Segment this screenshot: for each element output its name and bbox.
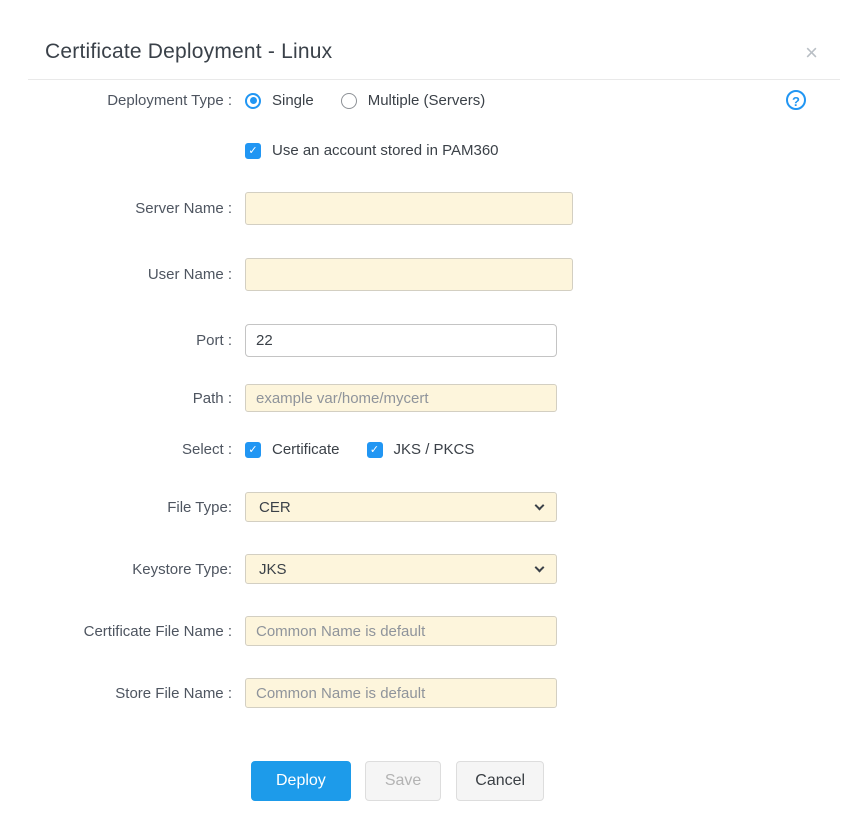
path-input[interactable] (245, 384, 557, 412)
certificate-checkbox[interactable]: ✓ (245, 441, 261, 458)
server-name-row: Server Name : (0, 192, 862, 225)
user-name-label: User Name : (147, 266, 232, 283)
server-name-input[interactable] (245, 192, 573, 225)
store-file-name-row: Store File Name : (0, 678, 862, 708)
keystore-type-row: Keystore Type: JKS (0, 554, 862, 584)
dialog-header: Certificate Deployment - Linux × (0, 0, 862, 79)
jks-pkcs-checkbox-label[interactable]: JKS / PKCS (394, 441, 475, 458)
radio-multiple-label[interactable]: Multiple (Servers) (368, 92, 486, 109)
certificate-file-name-label: Certificate File Name : (83, 622, 232, 640)
certificate-file-name-input[interactable] (245, 616, 557, 646)
server-name-label: Server Name : (135, 200, 232, 217)
cancel-button[interactable]: Cancel (456, 761, 545, 801)
pam-account-row: ✓ Use an account stored in PAM360 (0, 142, 862, 159)
keystore-type-label: Keystore Type: (132, 560, 232, 578)
certificate-deployment-dialog: Certificate Deployment - Linux × Deploym… (0, 0, 862, 801)
store-file-name-input[interactable] (245, 678, 557, 708)
port-input[interactable] (245, 324, 557, 357)
pam-account-checkbox[interactable]: ✓ (245, 142, 261, 159)
radio-single-label[interactable]: Single (272, 92, 314, 109)
dialog-title: Certificate Deployment - Linux (45, 40, 333, 63)
store-file-name-label: Store File Name : (115, 684, 232, 702)
certificate-file-name-row: Certificate File Name : (0, 616, 862, 646)
path-row: Path : (0, 384, 862, 412)
select-types-label: Select : (181, 441, 232, 458)
keystore-type-selected-value: JKS (259, 560, 287, 578)
action-buttons: Deploy Save Cancel (251, 761, 862, 801)
file-type-label: File Type: (167, 498, 232, 516)
path-label: Path : (192, 389, 232, 407)
file-type-select[interactable]: CER (245, 492, 557, 522)
file-type-selected-value: CER (259, 498, 291, 516)
radio-single[interactable] (245, 92, 261, 109)
deployment-type-label: Deployment Type : (107, 92, 232, 109)
jks-pkcs-checkbox[interactable]: ✓ (366, 441, 383, 458)
close-icon[interactable]: × (805, 42, 818, 64)
save-button[interactable]: Save (364, 761, 442, 801)
user-name-row: User Name : (0, 258, 862, 291)
port-label: Port : (196, 332, 232, 349)
chevron-down-icon (534, 500, 545, 510)
deploy-button[interactable]: Deploy (251, 761, 351, 801)
certificate-checkbox-label[interactable]: Certificate (272, 441, 340, 458)
select-types-row: Select : ✓ Certificate ✓ JKS / PKCS (0, 441, 862, 458)
user-name-input[interactable] (245, 258, 573, 291)
help-icon[interactable]: ? (786, 90, 806, 110)
port-row: Port : (0, 324, 862, 357)
keystore-type-select[interactable]: JKS (245, 554, 557, 584)
deployment-type-row: Deployment Type : Single Multiple (Serve… (0, 90, 862, 110)
deployment-form: Deployment Type : Single Multiple (Serve… (0, 80, 862, 801)
radio-multiple[interactable] (340, 92, 357, 109)
chevron-down-icon (534, 562, 545, 572)
pam-account-label[interactable]: Use an account stored in PAM360 (272, 142, 499, 159)
file-type-row: File Type: CER (0, 492, 862, 522)
